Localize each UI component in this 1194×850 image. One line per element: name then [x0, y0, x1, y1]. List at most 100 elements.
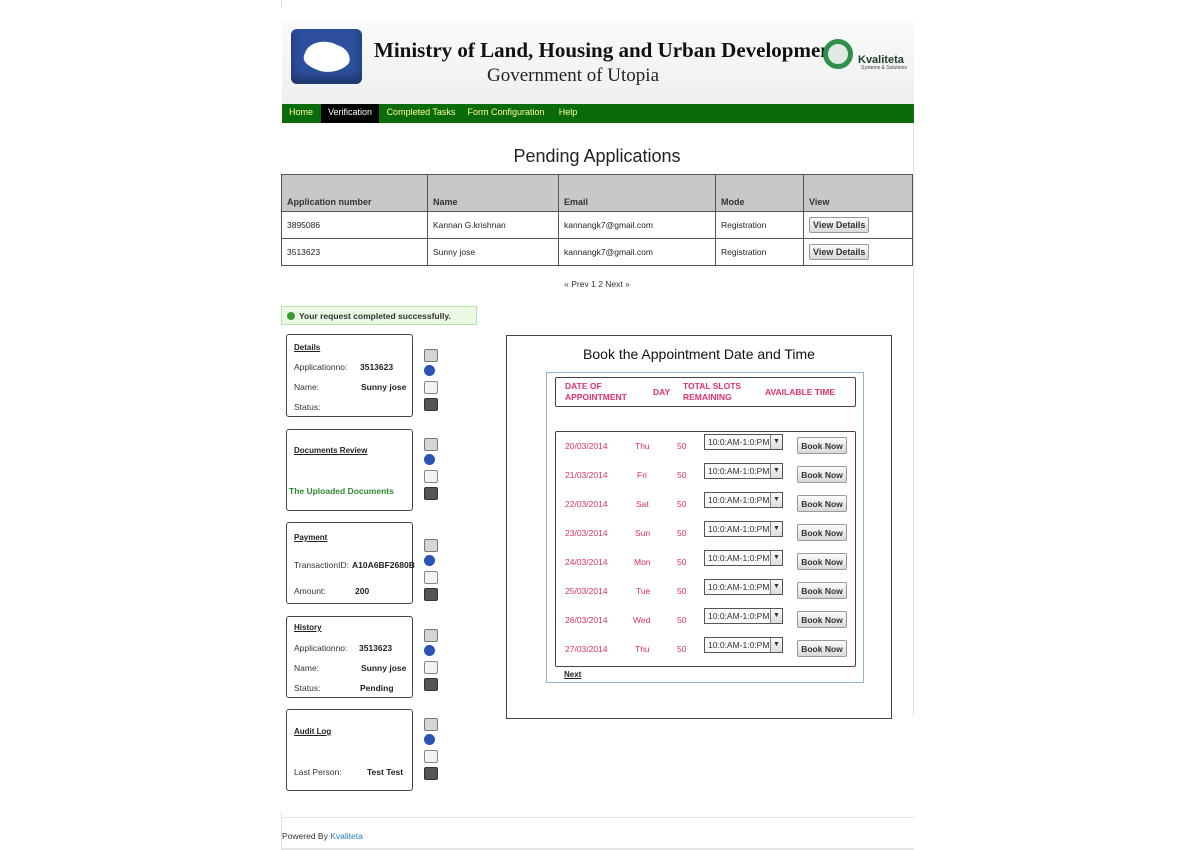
- booking-rows: 20/03/2014 Thu 50 10:0:AM-1:0:PM ▼ Book N…: [555, 431, 856, 667]
- list-item: 27/03/2014 Thu 50 10:0:AM-1:0:PM ▼ Book N…: [556, 635, 856, 664]
- time-select-value: 10:0:AM-1:0:PM: [708, 437, 770, 447]
- cell-mode: Registration: [715, 211, 804, 239]
- book-now-button[interactable]: Book Now: [797, 466, 847, 483]
- nav-help[interactable]: Help: [553, 104, 583, 123]
- booking-day: Thu: [635, 644, 650, 654]
- details-name-label: Name:: [294, 382, 320, 392]
- booking-date: 26/03/2014: [565, 615, 608, 625]
- pager-page-1[interactable]: 1: [591, 279, 596, 289]
- documents-review-title[interactable]: Documents Review: [294, 446, 367, 455]
- chevron-down-icon: ▼: [770, 493, 782, 507]
- time-select-value: 10:0:AM-1:0:PM: [708, 524, 770, 534]
- book-now-button[interactable]: Book Now: [797, 611, 847, 628]
- print-icon[interactable]: [424, 588, 438, 601]
- cell-application-number: 3513623: [281, 238, 428, 266]
- print-icon[interactable]: [424, 487, 438, 500]
- chevron-down-icon: ▼: [770, 435, 782, 449]
- pager-next-link[interactable]: Next »: [605, 279, 630, 289]
- government-subtitle: Government of Utopia: [487, 65, 660, 86]
- history-app-value: 3513623: [359, 643, 393, 653]
- forward-icon[interactable]: [424, 365, 435, 376]
- book-now-button[interactable]: Book Now: [797, 640, 847, 657]
- footer-prefix: Powered By: [282, 831, 328, 841]
- details-app-value: 3513623: [360, 362, 394, 372]
- edit-icon[interactable]: [424, 349, 438, 362]
- booking-slots: 50: [677, 644, 687, 654]
- booking-slots: 50: [677, 557, 687, 567]
- details-status-label: Status:: [294, 402, 321, 412]
- view-details-button[interactable]: View Details: [809, 217, 870, 233]
- booking-inner-frame: DATE OF APPOINTMENT DAY TOTAL SLOTS REMA…: [546, 372, 864, 683]
- uploaded-documents-link[interactable]: The Uploaded Documents: [289, 486, 394, 496]
- chevron-down-icon: ▼: [770, 522, 782, 536]
- book-now-button[interactable]: Book Now: [797, 495, 847, 512]
- booking-date: 24/03/2014: [565, 557, 608, 567]
- booking-date: 20/03/2014: [565, 441, 608, 451]
- book-now-button[interactable]: Book Now: [797, 524, 847, 541]
- history-name-label: Name:: [294, 663, 320, 673]
- list-item: 25/03/2014 Tue 50 10:0:AM-1:0:PM ▼ Book N…: [556, 577, 856, 606]
- list-item: 23/03/2014 Sun 50 10:0:AM-1:0:PM ▼ Book N…: [556, 519, 856, 548]
- time-select[interactable]: 10:0:AM-1:0:PM ▼: [704, 579, 783, 595]
- document-icon[interactable]: [424, 661, 438, 674]
- booking-next-link[interactable]: Next: [564, 670, 581, 679]
- document-icon[interactable]: [424, 571, 438, 584]
- document-icon[interactable]: [424, 750, 438, 763]
- nav-verification[interactable]: Verification: [321, 104, 379, 123]
- book-now-button[interactable]: Book Now: [797, 553, 847, 570]
- booking-panel: Book the Appointment Date and Time DATE …: [506, 335, 892, 719]
- print-icon[interactable]: [424, 398, 438, 411]
- nav-home[interactable]: Home: [282, 104, 320, 123]
- edit-icon[interactable]: [424, 718, 438, 731]
- document-icon[interactable]: [424, 381, 438, 394]
- nav-completed-tasks[interactable]: Completed Tasks: [382, 104, 460, 123]
- forward-icon[interactable]: [424, 645, 435, 656]
- time-select[interactable]: 10:0:AM-1:0:PM ▼: [704, 637, 783, 653]
- time-select[interactable]: 10:0:AM-1:0:PM ▼: [704, 608, 783, 624]
- details-title[interactable]: Details: [294, 343, 320, 352]
- document-icon[interactable]: [424, 470, 438, 483]
- history-title[interactable]: History: [294, 623, 322, 632]
- booking-day: Wed: [633, 615, 651, 625]
- payment-title[interactable]: Payment: [294, 533, 327, 542]
- time-select[interactable]: 10:0:AM-1:0:PM ▼: [704, 521, 783, 537]
- pager-prev-link[interactable]: « Prev: [564, 279, 589, 289]
- print-icon[interactable]: [424, 767, 438, 780]
- payment-amount-label: Amount:: [294, 586, 326, 596]
- details-name-value: Sunny jose: [361, 382, 407, 392]
- booking-date: 22/03/2014: [565, 499, 608, 509]
- time-select[interactable]: 10:0:AM-1:0:PM ▼: [704, 463, 783, 479]
- header-day: DAY: [653, 387, 671, 397]
- cell-email: kannangk7@gmail.com: [558, 211, 716, 239]
- nav-form-configuration[interactable]: Form Configuration: [465, 104, 547, 123]
- edit-icon[interactable]: [424, 629, 438, 642]
- header-total-slots: TOTAL SLOTS REMAINING: [683, 381, 742, 402]
- edit-icon[interactable]: [424, 539, 438, 552]
- time-select-value: 10:0:AM-1:0:PM: [708, 495, 770, 505]
- pager-page-2[interactable]: 2: [598, 279, 603, 289]
- column-header-view: View: [803, 174, 913, 212]
- page-title: Pending Applications: [513, 146, 681, 166]
- time-select-value: 10:0:AM-1:0:PM: [708, 582, 770, 592]
- view-details-button[interactable]: View Details: [809, 244, 870, 260]
- payment-txn-label: TransactionID:: [294, 560, 349, 570]
- book-now-button[interactable]: Book Now: [797, 437, 847, 454]
- booking-date: 27/03/2014: [565, 644, 608, 654]
- payment-amount-value: 200: [355, 586, 370, 596]
- time-select[interactable]: 10:0:AM-1:0:PM ▼: [704, 434, 783, 450]
- footer-kvaliteta-link[interactable]: Kvaliteta: [330, 831, 363, 841]
- time-select[interactable]: 10:0:AM-1:0:PM ▼: [704, 492, 783, 508]
- booking-day: Tue: [636, 586, 651, 596]
- list-item: 24/03/2014 Mon 50 10:0:AM-1:0:PM ▼ Book N…: [556, 548, 856, 577]
- cell-view: View Details: [803, 238, 913, 266]
- forward-icon[interactable]: [424, 454, 435, 465]
- forward-icon[interactable]: [424, 734, 435, 745]
- header-date-of-appointment: DATE OF APPOINTMENT: [565, 381, 627, 402]
- time-select[interactable]: 10:0:AM-1:0:PM ▼: [704, 550, 783, 566]
- edit-icon[interactable]: [424, 438, 438, 451]
- print-icon[interactable]: [424, 678, 438, 691]
- booking-title: Book the Appointment Date and Time: [583, 346, 815, 362]
- book-now-button[interactable]: Book Now: [797, 582, 847, 599]
- audit-log-title[interactable]: Audit Log: [294, 727, 331, 736]
- forward-icon[interactable]: [424, 555, 435, 566]
